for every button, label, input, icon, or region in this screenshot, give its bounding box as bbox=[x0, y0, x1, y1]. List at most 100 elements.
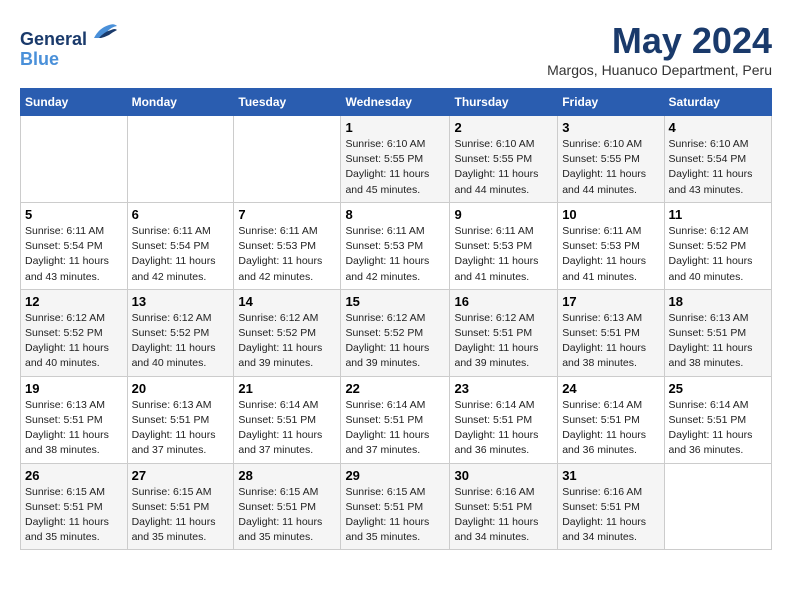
day-info: Sunrise: 6:11 AM Sunset: 5:53 PM Dayligh… bbox=[562, 224, 659, 285]
day-number: 28 bbox=[238, 468, 336, 483]
logo-bird-icon bbox=[89, 20, 119, 45]
day-info: Sunrise: 6:10 AM Sunset: 5:54 PM Dayligh… bbox=[669, 137, 767, 198]
calendar-cell: 8Sunrise: 6:11 AM Sunset: 5:53 PM Daylig… bbox=[341, 202, 450, 289]
day-info: Sunrise: 6:10 AM Sunset: 5:55 PM Dayligh… bbox=[345, 137, 445, 198]
day-info: Sunrise: 6:11 AM Sunset: 5:54 PM Dayligh… bbox=[132, 224, 230, 285]
calendar-cell bbox=[234, 116, 341, 203]
day-info: Sunrise: 6:14 AM Sunset: 5:51 PM Dayligh… bbox=[454, 398, 553, 459]
week-row-1: 1 Sunrise: 6:10 AM Sunset: 5:55 PM Daylig… bbox=[21, 116, 772, 203]
day-info: Sunrise: 6:13 AM Sunset: 5:51 PM Dayligh… bbox=[562, 311, 659, 372]
day-info: Sunrise: 6:15 AM Sunset: 5:51 PM Dayligh… bbox=[132, 485, 230, 546]
calendar-cell: 31Sunrise: 6:16 AM Sunset: 5:51 PM Dayli… bbox=[558, 463, 664, 550]
calendar-cell: 4 Sunrise: 6:10 AM Sunset: 5:54 PM Daylig… bbox=[664, 116, 771, 203]
header-friday: Friday bbox=[558, 89, 664, 116]
calendar-cell: 15 Sunrise: 6:12 AM Sunset: 5:52 PM Dayli… bbox=[341, 289, 450, 376]
header-saturday: Saturday bbox=[664, 89, 771, 116]
logo: General Blue bbox=[20, 20, 119, 70]
day-info: Sunrise: 6:15 AM Sunset: 5:51 PM Dayligh… bbox=[238, 485, 336, 546]
day-info: Sunrise: 6:10 AM Sunset: 5:55 PM Dayligh… bbox=[562, 137, 659, 198]
logo-text: General Blue bbox=[20, 20, 119, 70]
day-number: 25 bbox=[669, 381, 767, 396]
page-header: General Blue May 2024 Margos, Huanuco De… bbox=[20, 20, 772, 78]
day-number: 2 bbox=[454, 120, 553, 135]
day-number: 7 bbox=[238, 207, 336, 222]
location-subtitle: Margos, Huanuco Department, Peru bbox=[547, 62, 772, 78]
calendar-cell: 6 Sunrise: 6:11 AM Sunset: 5:54 PM Daylig… bbox=[127, 202, 234, 289]
day-info: Sunrise: 6:11 AM Sunset: 5:53 PM Dayligh… bbox=[238, 224, 336, 285]
day-info: Sunrise: 6:13 AM Sunset: 5:51 PM Dayligh… bbox=[132, 398, 230, 459]
day-info: Sunrise: 6:11 AM Sunset: 5:53 PM Dayligh… bbox=[454, 224, 553, 285]
day-number: 15 bbox=[345, 294, 445, 309]
calendar-cell: 1 Sunrise: 6:10 AM Sunset: 5:55 PM Daylig… bbox=[341, 116, 450, 203]
calendar-cell: 25Sunrise: 6:14 AM Sunset: 5:51 PM Dayli… bbox=[664, 376, 771, 463]
day-number: 31 bbox=[562, 468, 659, 483]
calendar-cell: 16Sunrise: 6:12 AM Sunset: 5:51 PM Dayli… bbox=[450, 289, 558, 376]
day-info: Sunrise: 6:12 AM Sunset: 5:52 PM Dayligh… bbox=[669, 224, 767, 285]
day-number: 30 bbox=[454, 468, 553, 483]
day-number: 24 bbox=[562, 381, 659, 396]
calendar-table: SundayMondayTuesdayWednesdayThursdayFrid… bbox=[20, 88, 772, 550]
day-info: Sunrise: 6:14 AM Sunset: 5:51 PM Dayligh… bbox=[345, 398, 445, 459]
title-block: May 2024 Margos, Huanuco Department, Per… bbox=[547, 20, 772, 78]
calendar-cell bbox=[127, 116, 234, 203]
day-number: 17 bbox=[562, 294, 659, 309]
day-number: 27 bbox=[132, 468, 230, 483]
day-info: Sunrise: 6:12 AM Sunset: 5:52 PM Dayligh… bbox=[345, 311, 445, 372]
day-number: 20 bbox=[132, 381, 230, 396]
calendar-cell: 23 Sunrise: 6:14 AM Sunset: 5:51 PM Dayli… bbox=[450, 376, 558, 463]
day-info: Sunrise: 6:15 AM Sunset: 5:51 PM Dayligh… bbox=[25, 485, 123, 546]
day-number: 10 bbox=[562, 207, 659, 222]
week-row-3: 12 Sunrise: 6:12 AM Sunset: 5:52 PM Dayli… bbox=[21, 289, 772, 376]
calendar-header-row: SundayMondayTuesdayWednesdayThursdayFrid… bbox=[21, 89, 772, 116]
calendar-cell: 20 Sunrise: 6:13 AM Sunset: 5:51 PM Dayli… bbox=[127, 376, 234, 463]
day-number: 14 bbox=[238, 294, 336, 309]
week-row-5: 26 Sunrise: 6:15 AM Sunset: 5:51 PM Dayli… bbox=[21, 463, 772, 550]
day-info: Sunrise: 6:12 AM Sunset: 5:52 PM Dayligh… bbox=[25, 311, 123, 372]
day-info: Sunrise: 6:13 AM Sunset: 5:51 PM Dayligh… bbox=[669, 311, 767, 372]
day-info: Sunrise: 6:14 AM Sunset: 5:51 PM Dayligh… bbox=[238, 398, 336, 459]
header-tuesday: Tuesday bbox=[234, 89, 341, 116]
day-number: 29 bbox=[345, 468, 445, 483]
day-number: 13 bbox=[132, 294, 230, 309]
week-row-2: 5 Sunrise: 6:11 AM Sunset: 5:54 PM Daylig… bbox=[21, 202, 772, 289]
day-info: Sunrise: 6:16 AM Sunset: 5:51 PM Dayligh… bbox=[454, 485, 553, 546]
calendar-cell: 7 Sunrise: 6:11 AM Sunset: 5:53 PM Daylig… bbox=[234, 202, 341, 289]
day-number: 3 bbox=[562, 120, 659, 135]
day-number: 12 bbox=[25, 294, 123, 309]
day-number: 9 bbox=[454, 207, 553, 222]
calendar-cell: 19 Sunrise: 6:13 AM Sunset: 5:51 PM Dayli… bbox=[21, 376, 128, 463]
header-wednesday: Wednesday bbox=[341, 89, 450, 116]
day-number: 1 bbox=[345, 120, 445, 135]
day-number: 22 bbox=[345, 381, 445, 396]
day-number: 19 bbox=[25, 381, 123, 396]
day-info: Sunrise: 6:13 AM Sunset: 5:51 PM Dayligh… bbox=[25, 398, 123, 459]
day-number: 18 bbox=[669, 294, 767, 309]
day-info: Sunrise: 6:14 AM Sunset: 5:51 PM Dayligh… bbox=[562, 398, 659, 459]
day-number: 8 bbox=[345, 207, 445, 222]
header-sunday: Sunday bbox=[21, 89, 128, 116]
calendar-cell: 21Sunrise: 6:14 AM Sunset: 5:51 PM Dayli… bbox=[234, 376, 341, 463]
calendar-cell bbox=[664, 463, 771, 550]
day-number: 26 bbox=[25, 468, 123, 483]
month-title: May 2024 bbox=[547, 20, 772, 62]
calendar-cell: 13 Sunrise: 6:12 AM Sunset: 5:52 PM Dayli… bbox=[127, 289, 234, 376]
day-number: 23 bbox=[454, 381, 553, 396]
calendar-cell: 9 Sunrise: 6:11 AM Sunset: 5:53 PM Daylig… bbox=[450, 202, 558, 289]
day-number: 5 bbox=[25, 207, 123, 222]
day-number: 4 bbox=[669, 120, 767, 135]
calendar-cell: 5Sunrise: 6:11 AM Sunset: 5:54 PM Daylig… bbox=[21, 202, 128, 289]
calendar-cell: 24 Sunrise: 6:14 AM Sunset: 5:51 PM Dayli… bbox=[558, 376, 664, 463]
day-info: Sunrise: 6:12 AM Sunset: 5:52 PM Dayligh… bbox=[238, 311, 336, 372]
header-thursday: Thursday bbox=[450, 89, 558, 116]
calendar-cell: 14 Sunrise: 6:12 AM Sunset: 5:52 PM Dayli… bbox=[234, 289, 341, 376]
week-row-4: 19 Sunrise: 6:13 AM Sunset: 5:51 PM Dayli… bbox=[21, 376, 772, 463]
calendar-cell: 22 Sunrise: 6:14 AM Sunset: 5:51 PM Dayli… bbox=[341, 376, 450, 463]
logo-blue: Blue bbox=[20, 49, 59, 69]
calendar-cell: 17 Sunrise: 6:13 AM Sunset: 5:51 PM Dayli… bbox=[558, 289, 664, 376]
calendar-cell: 28 Sunrise: 6:15 AM Sunset: 5:51 PM Dayli… bbox=[234, 463, 341, 550]
calendar-cell bbox=[21, 116, 128, 203]
day-info: Sunrise: 6:12 AM Sunset: 5:52 PM Dayligh… bbox=[132, 311, 230, 372]
calendar-cell: 11Sunrise: 6:12 AM Sunset: 5:52 PM Dayli… bbox=[664, 202, 771, 289]
day-number: 6 bbox=[132, 207, 230, 222]
calendar-cell: 3 Sunrise: 6:10 AM Sunset: 5:55 PM Daylig… bbox=[558, 116, 664, 203]
